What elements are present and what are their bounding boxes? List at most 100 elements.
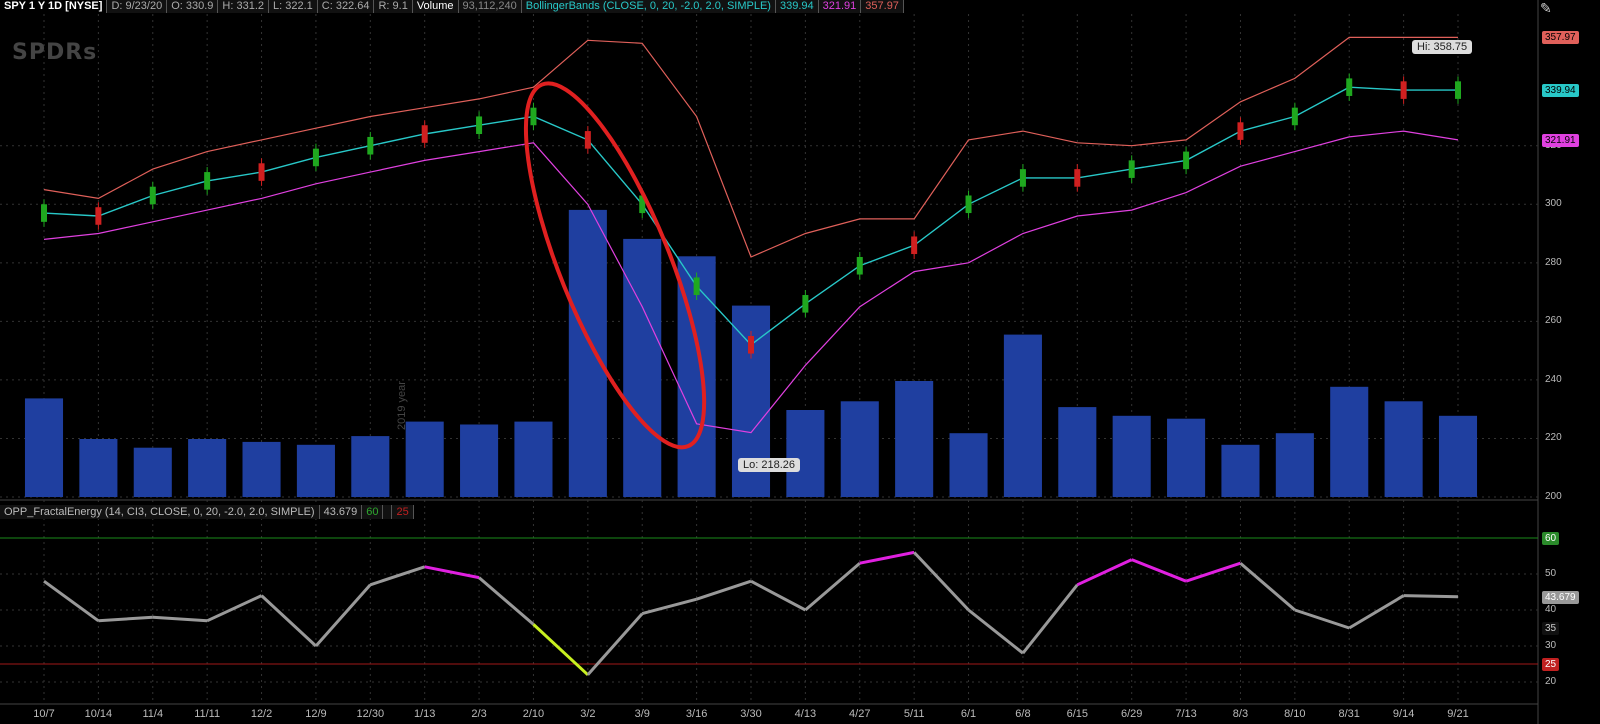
fractal-energy-segment — [314, 583, 372, 647]
volume-bar — [242, 441, 281, 497]
bb-mid-value: 339.94 — [775, 0, 819, 13]
date-tick: 2/10 — [522, 708, 545, 720]
symbol-label[interactable]: SPY 1 Y 1D [NYSE] — [0, 0, 108, 13]
candle-body — [421, 125, 428, 143]
indicator-tick: 30 — [1545, 640, 1557, 651]
chart-window[interactable]: SPDRs 2019 year ✎ SPY 1 Y 1D [NYSE] D: 9… — [0, 0, 1600, 724]
volume-bar — [1330, 386, 1369, 497]
candle-body — [149, 186, 156, 205]
fractal-energy-segment — [1239, 562, 1296, 612]
date-tick: 6/8 — [1015, 708, 1031, 720]
spdr-logo: SPDRs — [12, 40, 98, 65]
price-badge: 321.91 — [1542, 133, 1579, 147]
volume-bar — [1221, 444, 1260, 497]
volume-bar — [786, 410, 825, 497]
fractal-energy-segment — [1131, 558, 1187, 583]
fractal-energy-segment — [1076, 558, 1133, 587]
candle-body — [584, 131, 591, 149]
date-tick: 9/14 — [1392, 708, 1415, 720]
volume-bar — [188, 439, 227, 497]
fractal-energy-segment — [1021, 583, 1079, 655]
low-callout: Lo: 218.26 — [738, 458, 800, 472]
indicator-tick: 20 — [1545, 676, 1557, 687]
volume-bar — [133, 447, 172, 497]
candle-body — [204, 172, 211, 190]
candle-body — [530, 107, 537, 126]
fractal-energy-segment — [1294, 608, 1350, 630]
indicator-badge: 60 — [1542, 532, 1560, 545]
candle-body — [693, 277, 700, 296]
date-tick: 12/30 — [356, 708, 385, 720]
fractal-energy-segment — [478, 576, 535, 626]
price-tick: 280 — [1545, 256, 1562, 268]
volume-bar — [1112, 415, 1151, 497]
fractal-energy-segment — [98, 615, 153, 623]
fractal-energy-segment — [369, 565, 426, 587]
volume-bar — [1003, 334, 1042, 497]
date-tick: 5/11 — [903, 708, 925, 720]
candle-body — [1455, 81, 1461, 99]
price-badge: 357.97 — [1542, 31, 1579, 45]
high-label: H: 331.2 — [218, 0, 269, 13]
indicator-badge: 43.679 — [1542, 590, 1579, 604]
price-tick: 200 — [1545, 491, 1562, 502]
fractal-energy-segment — [43, 579, 100, 623]
date-tick: 12/9 — [305, 708, 327, 720]
candle-body — [965, 195, 972, 214]
volume-bar — [24, 398, 64, 497]
indicator-spacer — [383, 505, 393, 519]
fractal-energy-segment — [641, 597, 697, 616]
date-tick: 4/27 — [849, 708, 871, 720]
volume-bar — [840, 401, 879, 497]
low-label: L: 322.1 — [269, 0, 318, 13]
price-tick: 300 — [1545, 198, 1562, 210]
volume-bar — [1438, 415, 1478, 497]
year-label: 2019 year — [396, 381, 408, 430]
volume-bar — [296, 444, 335, 497]
candle-body — [1346, 78, 1353, 96]
volume-value: 93,112,240 — [458, 0, 522, 13]
indicator-lower: 25 — [392, 505, 414, 519]
fractal-energy-segment — [750, 579, 807, 612]
chart-canvas[interactable] — [0, 0, 1600, 724]
date-tick: 8/10 — [1284, 708, 1306, 720]
date-tick: 10/7 — [33, 708, 55, 720]
candle-body — [1074, 169, 1081, 187]
date-tick: 11/4 — [142, 708, 164, 720]
date-tick: 10/14 — [84, 708, 113, 720]
date-tick: 8/3 — [1232, 708, 1249, 720]
fractal-energy-segment — [532, 623, 589, 676]
volume-bar — [949, 433, 988, 497]
price-tick: 240 — [1545, 373, 1562, 385]
volume-bar — [1167, 418, 1206, 497]
volume-bar — [895, 381, 934, 497]
candle-body — [1183, 151, 1190, 170]
candle-body — [1291, 107, 1298, 126]
candle-body — [911, 236, 918, 255]
indicator-badge: 25 — [1542, 658, 1560, 671]
date-tick: 6/29 — [1120, 708, 1143, 720]
fractal-energy-segment — [1403, 594, 1459, 599]
date-tick: 9/21 — [1447, 708, 1469, 720]
date-tick: 2/3 — [471, 708, 487, 720]
fractal-energy-segment — [424, 565, 480, 580]
candle-body — [95, 207, 102, 225]
indicator-value: 43.679 — [319, 505, 363, 519]
bb-low-value: 321.91 — [818, 0, 862, 13]
date-tick: 3/9 — [634, 708, 650, 720]
candle-body — [476, 116, 483, 135]
date-tick: 12/2 — [250, 708, 273, 720]
volume-bar — [405, 421, 444, 497]
bollinger-label[interactable]: BollingerBands (CLOSE, 0, 20, -2.0, 2.0,… — [521, 0, 776, 13]
fractal-energy-segment — [967, 608, 1024, 655]
fractal-energy-segment — [913, 551, 970, 612]
pencil-icon[interactable]: ✎ — [1540, 0, 1552, 17]
price-tick: 260 — [1545, 315, 1562, 327]
candle-body — [1237, 122, 1244, 140]
bb-up-value: 357.97 — [861, 0, 904, 13]
indicator-label[interactable]: OPP_FractalEnergy (14, CI3, CLOSE, 0, 20… — [0, 505, 320, 519]
volume-label[interactable]: Volume — [412, 0, 459, 13]
date-tick: 8/31 — [1338, 708, 1360, 720]
candle-body — [1019, 169, 1026, 187]
volume-bar — [1384, 401, 1423, 497]
